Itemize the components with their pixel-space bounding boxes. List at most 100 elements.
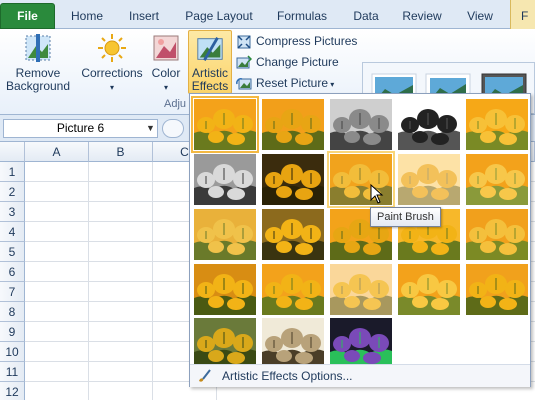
artistic-effect-thumbnail[interactable]	[466, 99, 528, 150]
row-header[interactable]: 2	[0, 182, 25, 202]
color-button[interactable]: Color ▾	[147, 32, 185, 96]
artistic-effect-thumbnail[interactable]	[194, 264, 256, 315]
corrections-button[interactable]: Corrections ▾	[80, 32, 144, 96]
tulip-picture-preview	[194, 154, 256, 205]
tulip-picture-preview	[262, 154, 324, 205]
change-picture-icon	[236, 55, 252, 69]
tab-file[interactable]: File	[0, 3, 55, 29]
row-header[interactable]: 11	[0, 362, 25, 382]
tulip-picture-preview	[466, 99, 528, 150]
reset-picture-button[interactable]: Reset Picture ▾	[236, 73, 334, 93]
tulip-picture-preview	[330, 264, 392, 315]
row-header[interactable]: 7	[0, 282, 25, 302]
tab-view[interactable]: View	[456, 5, 504, 29]
tulip-picture-preview	[194, 318, 256, 369]
select-all-corner[interactable]	[0, 142, 25, 162]
color-label: Color	[151, 66, 181, 80]
tulip-picture-preview	[194, 99, 256, 150]
artistic-effects-options-button[interactable]: Artistic Effects Options...	[190, 364, 530, 387]
corrections-label: Corrections	[81, 66, 143, 80]
change-picture-button[interactable]: Change Picture	[236, 52, 339, 72]
name-box[interactable]: Picture 6	[3, 119, 158, 138]
artistic-effects-button[interactable]: Artistic Effects ▾	[188, 30, 232, 106]
change-picture-label: Change Picture	[256, 55, 339, 69]
remove-background-label-1: Remove	[15, 66, 61, 80]
tab-data[interactable]: Data	[344, 5, 388, 29]
sun-icon	[98, 34, 126, 62]
tooltip: Paint Brush	[370, 207, 441, 227]
artistic-effect-thumbnail[interactable]	[194, 209, 256, 260]
artistic-effect-thumbnail[interactable]	[191, 96, 259, 153]
artistic-effect-thumbnail[interactable]	[466, 154, 528, 205]
artistic-effects-label-2: Effects	[191, 79, 229, 93]
artistic-effect-thumbnail[interactable]	[330, 318, 392, 369]
artistic-effect-thumbnail[interactable]	[398, 154, 460, 205]
tab-format-label: F	[521, 9, 529, 23]
tulip-picture-preview	[194, 209, 256, 260]
reset-picture-label: Reset Picture	[256, 76, 329, 90]
tab-home[interactable]: Home	[62, 5, 112, 29]
tulip-picture-preview	[330, 318, 392, 369]
tulip-picture-preview	[262, 264, 324, 315]
adjust-group-label: Adju	[164, 98, 187, 110]
artistic-effect-thumbnail[interactable]	[262, 318, 324, 369]
artistic-effect-thumbnail[interactable]	[466, 209, 528, 260]
row-header[interactable]: 9	[0, 322, 25, 342]
color-picture-icon	[153, 35, 179, 61]
gridline-column	[88, 162, 89, 400]
row-header[interactable]: 5	[0, 242, 25, 262]
color-dropdown-arrow: ▾	[163, 83, 168, 92]
artistic-effect-thumbnail[interactable]	[262, 209, 324, 260]
tab-formulas[interactable]: Formulas	[268, 5, 336, 29]
remove-background-button[interactable]: Remove Background	[4, 32, 72, 96]
tab-insert[interactable]: Insert	[118, 5, 170, 29]
artistic-effect-thumbnail[interactable]	[262, 264, 324, 315]
artistic-effect-thumbnail[interactable]	[194, 318, 256, 369]
tulip-picture-preview	[466, 154, 528, 205]
artistic-effect-thumbnail[interactable]	[398, 264, 460, 315]
row-header[interactable]: 4	[0, 222, 25, 242]
tab-review[interactable]: Review	[396, 5, 448, 29]
compress-pictures-button[interactable]: Compress Pictures	[236, 31, 357, 51]
column-header-b[interactable]: B	[89, 142, 153, 162]
mouse-cursor-icon	[370, 184, 384, 204]
tulip-picture-preview	[466, 264, 528, 315]
tulip-picture-preview	[262, 209, 324, 260]
tulip-picture-preview	[398, 99, 460, 150]
row-header[interactable]: 6	[0, 262, 25, 282]
formula-controls[interactable]	[162, 119, 184, 138]
artistic-effects-icon	[197, 37, 223, 61]
reset-picture-dropdown-arrow: ▾	[328, 80, 335, 89]
compress-pictures-label: Compress Pictures	[256, 34, 358, 48]
gridline-column	[152, 162, 153, 400]
name-box-dropdown-icon[interactable]: ▼	[146, 123, 155, 133]
artistic-effect-thumbnail[interactable]	[262, 154, 324, 205]
tulip-picture-preview	[466, 209, 528, 260]
column-header-a[interactable]: A	[25, 142, 89, 162]
tab-page-layout[interactable]: Page Layout	[178, 5, 260, 29]
row-header[interactable]: 1	[0, 162, 25, 182]
artistic-effect-thumbnail[interactable]	[262, 99, 324, 150]
tulip-picture-preview	[194, 264, 256, 315]
compress-pictures-icon	[237, 35, 251, 49]
remove-background-icon	[25, 34, 51, 62]
artistic-effects-label-1: Artistic	[192, 66, 228, 80]
tab-format[interactable]: F	[510, 0, 535, 29]
row-header[interactable]: 12	[0, 382, 25, 400]
tulip-picture-preview	[262, 318, 324, 369]
artistic-effect-thumbnail[interactable]	[194, 154, 256, 205]
remove-background-label-2: Background	[5, 79, 71, 93]
artistic-effects-gallery: Artistic Effects Options...	[189, 93, 531, 387]
tulip-picture-preview	[398, 154, 460, 205]
row-header[interactable]: 3	[0, 202, 25, 222]
corrections-dropdown-arrow: ▾	[109, 83, 114, 92]
reset-picture-icon	[236, 77, 252, 90]
brush-icon	[199, 369, 211, 382]
tulip-picture-preview	[330, 99, 392, 150]
row-header[interactable]: 8	[0, 302, 25, 322]
artistic-effect-thumbnail[interactable]	[330, 99, 392, 150]
artistic-effect-thumbnail[interactable]	[466, 264, 528, 315]
row-header[interactable]: 10	[0, 342, 25, 362]
artistic-effect-thumbnail[interactable]	[398, 99, 460, 150]
artistic-effect-thumbnail[interactable]	[330, 264, 392, 315]
